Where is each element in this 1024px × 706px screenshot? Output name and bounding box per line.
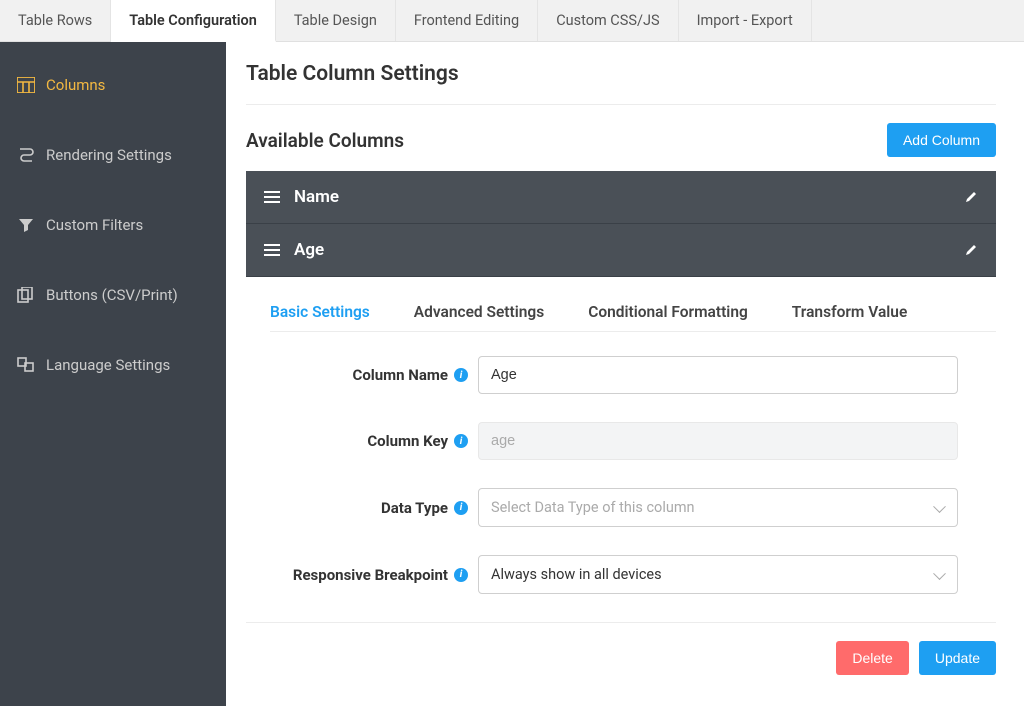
tab-import-export[interactable]: Import - Export	[679, 0, 812, 41]
info-icon[interactable]: i	[454, 434, 468, 448]
main-content: Table Column Settings Available Columns …	[226, 42, 1024, 706]
sidebar-item-label: Language Settings	[46, 356, 170, 374]
available-columns-title: Available Columns	[246, 129, 404, 152]
tab-advanced-settings[interactable]: Advanced Settings	[414, 303, 544, 321]
drag-handle-icon[interactable]	[264, 191, 280, 203]
tab-table-design[interactable]: Table Design	[276, 0, 396, 41]
info-icon[interactable]: i	[454, 568, 468, 582]
sidebar-item-language-settings[interactable]: Language Settings	[0, 340, 226, 390]
sidebar-item-custom-filters[interactable]: Custom Filters	[0, 200, 226, 250]
column-name-label: Column Name i	[246, 366, 478, 384]
sidebar-item-label: Columns	[46, 76, 105, 94]
filter-icon	[16, 217, 36, 233]
data-type-label: Data Type i	[246, 499, 478, 517]
add-column-button[interactable]: Add Column	[887, 123, 996, 157]
responsive-breakpoint-select[interactable]: Always show in all devices	[478, 555, 958, 594]
inner-tabs: Basic Settings Advanced Settings Conditi…	[270, 303, 996, 332]
drag-handle-icon[interactable]	[264, 244, 280, 256]
page-title: Table Column Settings	[246, 62, 996, 86]
edit-icon[interactable]	[964, 190, 978, 204]
sidebar-item-columns[interactable]: Columns	[0, 60, 226, 110]
info-icon[interactable]: i	[454, 368, 468, 382]
tab-custom-css-js[interactable]: Custom CSS/JS	[538, 0, 678, 41]
edit-icon[interactable]	[964, 243, 978, 257]
sidebar-item-label: Buttons (CSV/Print)	[46, 286, 178, 304]
sidebar-item-buttons[interactable]: Buttons (CSV/Print)	[0, 270, 226, 320]
tab-transform-value[interactable]: Transform Value	[792, 303, 908, 321]
sidebar: Columns Rendering Settings Custom Filter…	[0, 42, 226, 706]
sidebar-item-label: Custom Filters	[46, 216, 143, 234]
tab-frontend-editing[interactable]: Frontend Editing	[396, 0, 538, 41]
table-icon	[16, 77, 36, 93]
data-type-select[interactable]: Select Data Type of this column	[478, 488, 958, 527]
column-key-label: Column Key i	[246, 432, 478, 450]
responsive-breakpoint-label: Responsive Breakpoint i	[246, 566, 478, 584]
delete-button[interactable]: Delete	[836, 641, 908, 675]
tab-table-configuration[interactable]: Table Configuration	[111, 0, 276, 42]
tab-conditional-formatting[interactable]: Conditional Formatting	[588, 303, 748, 321]
copy-icon	[16, 287, 36, 303]
tab-table-rows[interactable]: Table Rows	[0, 0, 111, 41]
language-icon	[16, 357, 36, 373]
info-icon[interactable]: i	[454, 501, 468, 515]
update-button[interactable]: Update	[919, 641, 996, 675]
column-row-label: Name	[294, 187, 339, 207]
column-key-input	[478, 422, 958, 460]
column-row-label: Age	[294, 240, 324, 260]
sidebar-item-label: Rendering Settings	[46, 146, 172, 164]
column-name-input[interactable]	[478, 356, 958, 394]
column-form: Column Name i Column Key i Data Type	[246, 356, 996, 675]
sidebar-item-rendering-settings[interactable]: Rendering Settings	[0, 130, 226, 180]
column-row-name[interactable]: Name	[246, 171, 996, 224]
top-tabs: Table Rows Table Configuration Table Des…	[0, 0, 1024, 42]
tab-basic-settings[interactable]: Basic Settings	[270, 303, 370, 321]
column-row-age[interactable]: Age	[246, 224, 996, 277]
rendering-icon	[16, 147, 36, 163]
